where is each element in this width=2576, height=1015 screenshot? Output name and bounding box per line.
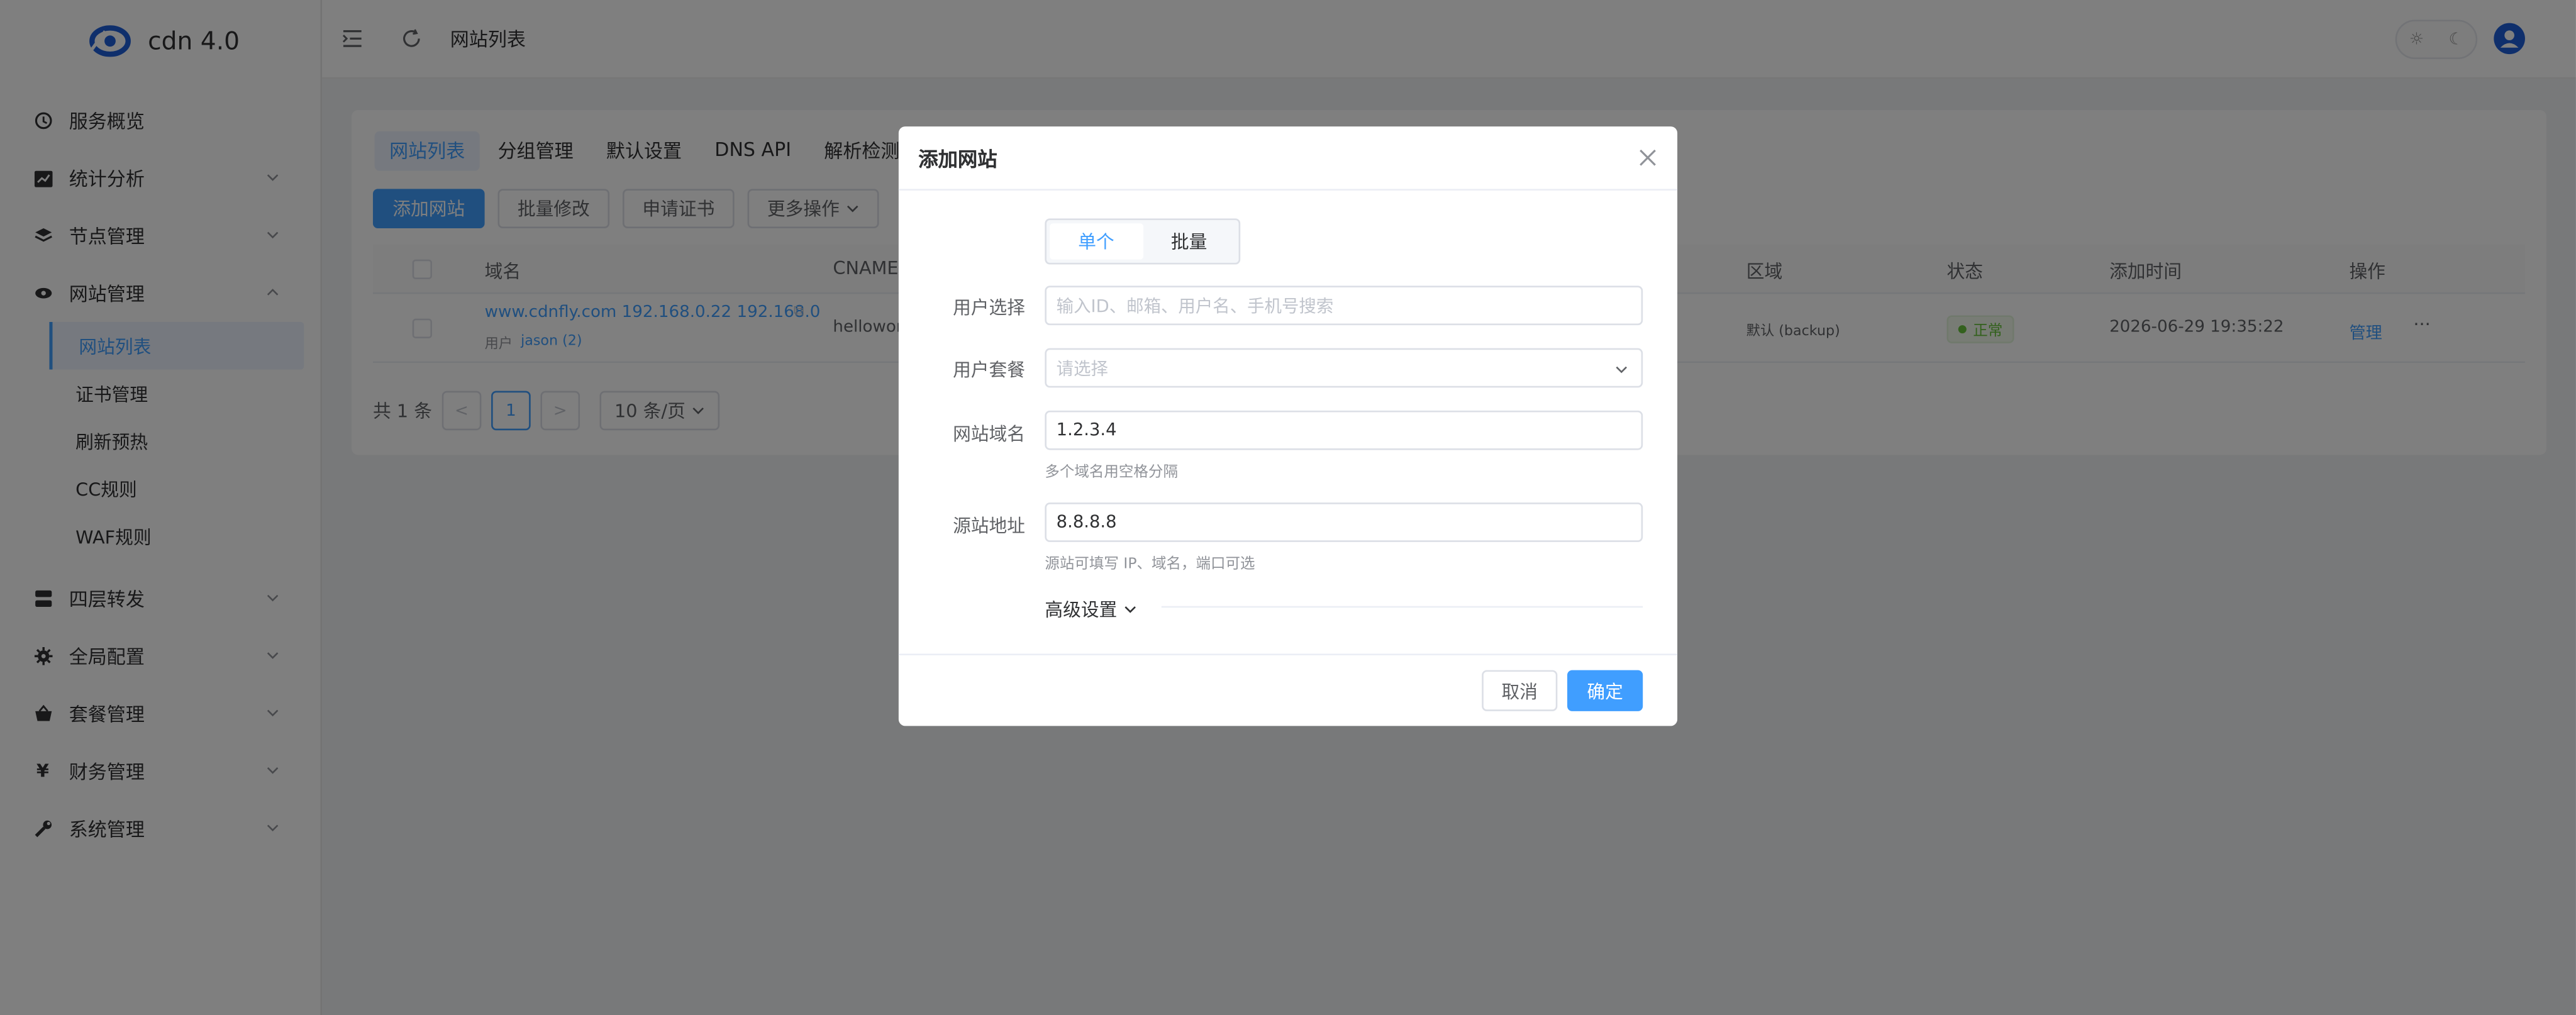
- user-plan-label: 用户套餐: [953, 359, 1026, 381]
- confirm-button[interactable]: 确定: [1567, 670, 1643, 711]
- app-root: cdn 4.0 服务概览 统计分析 节点管理: [0, 0, 2576, 1015]
- dialog-title: 添加网站: [918, 148, 997, 171]
- add-website-dialog: 添加网站 单个 批量 用户选择 输入ID、邮箱、用户名、手机号搜索 用户套餐 请…: [898, 126, 1678, 726]
- chevron-down-icon: [1616, 366, 1628, 374]
- advanced-settings-toggle[interactable]: 高级设置: [1045, 596, 1136, 623]
- dialog-footer-divider: [898, 653, 1678, 656]
- close-icon[interactable]: [1638, 148, 1657, 167]
- user-plan-select[interactable]: 请选择: [1045, 348, 1643, 388]
- mode-single[interactable]: 单个: [1050, 223, 1143, 260]
- user-search-input[interactable]: 输入ID、邮箱、用户名、手机号搜索: [1045, 286, 1643, 326]
- chevron-down-icon: [1124, 606, 1136, 613]
- advanced-settings-label: 高级设置: [1045, 599, 1118, 621]
- plan-placeholder: 请选择: [1056, 358, 1108, 379]
- domain-label: 网站域名: [953, 423, 1026, 445]
- user-select-label: 用户选择: [953, 297, 1026, 319]
- divider: [1161, 606, 1643, 608]
- domain-input[interactable]: 1.2.3.4: [1045, 410, 1643, 450]
- origin-hint: 源站可填写 IP、域名，端口可选: [1045, 557, 1255, 574]
- origin-input[interactable]: 8.8.8.8: [1045, 502, 1643, 542]
- origin-label: 源站地址: [953, 516, 1026, 538]
- mode-switch: 单个 批量: [1045, 218, 1241, 265]
- mode-batch[interactable]: 批量: [1143, 223, 1236, 259]
- domain-hint: 多个域名用空格分隔: [1045, 465, 1178, 482]
- dialog-header: 添加网站: [898, 126, 1678, 191]
- cancel-button[interactable]: 取消: [1482, 670, 1558, 711]
